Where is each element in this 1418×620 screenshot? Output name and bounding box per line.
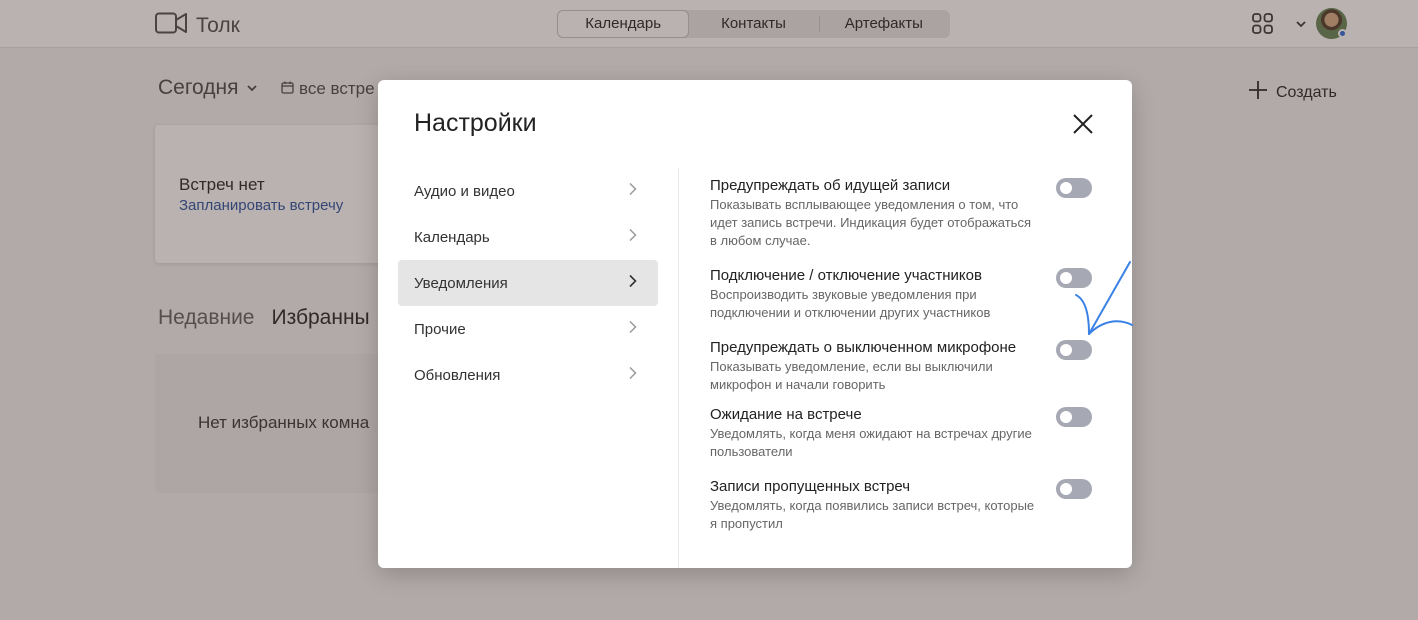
setting-title: Записи пропущенных встреч — [710, 478, 911, 495]
menu-item-notifications[interactable]: Уведомления — [398, 260, 658, 306]
muted-mic-warning-toggle[interactable] — [1056, 340, 1092, 360]
menu-item-audio-video[interactable]: Аудио и видео — [398, 168, 658, 214]
chevron-right-icon — [628, 320, 638, 338]
toggle-knob — [1060, 182, 1072, 194]
waiting-on-meeting-toggle[interactable] — [1056, 407, 1092, 427]
chevron-right-icon — [628, 182, 638, 200]
close-icon[interactable] — [1071, 112, 1095, 136]
menu-item-label: Уведомления — [414, 274, 508, 292]
settings-dialog: Настройки Аудио и видео Календарь Уведом… — [378, 80, 1132, 568]
setting-muted-mic-warning: Предупреждать о выключенном микрофоне По… — [710, 338, 1100, 394]
dialog-title: Настройки — [414, 109, 537, 137]
setting-description: Показывать всплывающее уведомления о том… — [710, 197, 1031, 248]
menu-item-label: Прочие — [414, 320, 466, 338]
chevron-right-icon — [628, 366, 638, 384]
menu-item-label: Аудио и видео — [414, 182, 515, 200]
setting-description: Уведомлять, когда появились записи встре… — [710, 498, 1035, 531]
missed-meeting-recordings-toggle[interactable] — [1056, 479, 1092, 499]
toggle-knob — [1060, 344, 1072, 356]
setting-waiting-on-meeting: Ожидание на встрече Уведомлять, когда ме… — [710, 405, 1100, 461]
recording-warning-toggle[interactable] — [1056, 178, 1092, 198]
chevron-right-icon — [628, 228, 638, 246]
divider — [678, 168, 679, 568]
participants-join-leave-toggle[interactable] — [1056, 268, 1092, 288]
setting-participants-join-leave: Подключение / отключение участников Восп… — [710, 266, 1100, 322]
setting-description: Уведомлять, когда меня ожидают на встреч… — [710, 426, 1032, 459]
setting-recording-warning: Предупреждать об идущей записи Показыват… — [710, 176, 1100, 250]
settings-menu: Аудио и видео Календарь Уведомления Проч… — [398, 168, 658, 398]
setting-title: Предупреждать о выключенном микрофоне — [710, 339, 1017, 356]
setting-description: Показывать уведомление, если вы выключил… — [710, 359, 993, 392]
toggle-knob — [1060, 483, 1072, 495]
setting-missed-meeting-recordings: Записи пропущенных встреч Уведомлять, ко… — [710, 477, 1100, 533]
setting-title: Предупреждать об идущей записи — [710, 177, 951, 194]
toggle-knob — [1060, 272, 1072, 284]
menu-item-updates[interactable]: Обновления — [398, 352, 658, 398]
setting-description: Воспроизводить звуковые уведомления при … — [710, 287, 991, 320]
toggle-knob — [1060, 411, 1072, 423]
setting-title: Подключение / отключение участников — [710, 267, 982, 284]
chevron-right-icon — [628, 274, 638, 292]
menu-item-label: Календарь — [414, 228, 490, 246]
menu-item-label: Обновления — [414, 366, 501, 384]
menu-item-calendar[interactable]: Календарь — [398, 214, 658, 260]
menu-item-other[interactable]: Прочие — [398, 306, 658, 352]
setting-title: Ожидание на встрече — [710, 406, 862, 423]
